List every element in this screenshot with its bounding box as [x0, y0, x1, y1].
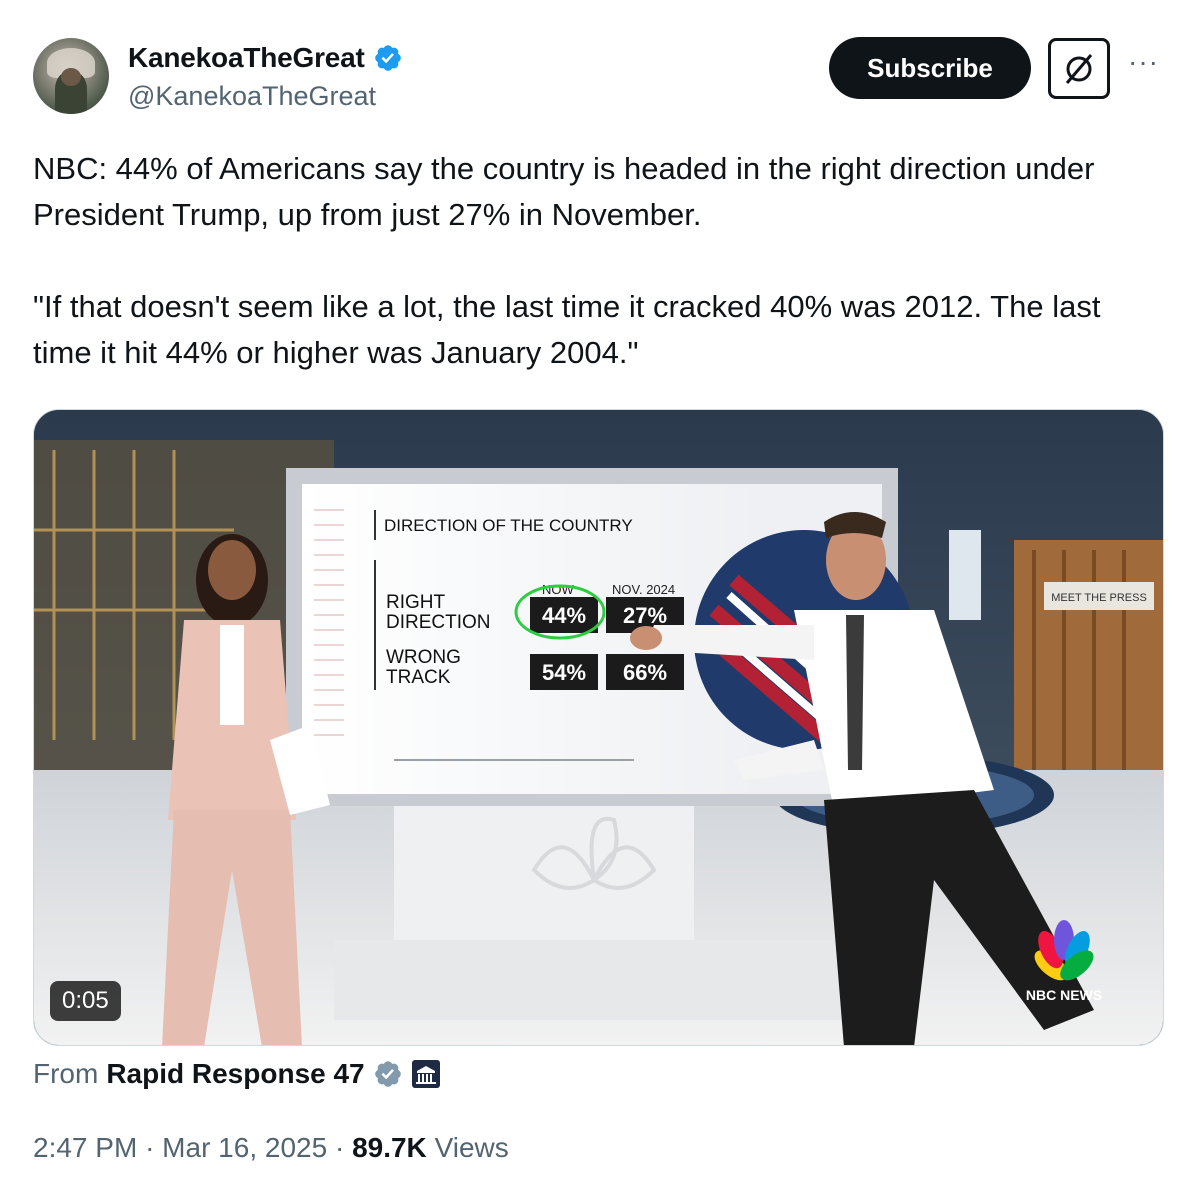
- grok-icon: [1065, 53, 1093, 84]
- more-options-icon[interactable]: ···: [1128, 48, 1159, 76]
- views-label: Views: [434, 1132, 509, 1163]
- meta-separator-2: ·: [334, 1132, 345, 1163]
- video-player[interactable]: MEET THE PRESS DIRECTION OF THE COUNTRY …: [33, 409, 1164, 1046]
- board-wrong-prev: 66%: [623, 660, 667, 685]
- source-name[interactable]: Rapid Response 47: [106, 1058, 364, 1090]
- studio-sign-text: MEET THE PRESS: [1051, 592, 1147, 604]
- board-right-prev: 27%: [623, 603, 667, 628]
- video-duration: 0:05: [50, 981, 121, 1021]
- user-display-name[interactable]: KanekoaTheGreat: [128, 42, 365, 74]
- board-right-now: 44%: [542, 603, 586, 628]
- tweet-time[interactable]: 2:47 PM: [33, 1132, 137, 1163]
- tweet-paragraph-1: NBC: 44% of Americans say the country is…: [33, 151, 1095, 232]
- nbc-news-logo-text: NBC NEWS: [1026, 987, 1102, 1003]
- avatar[interactable]: [33, 38, 109, 114]
- white-house-affiliation-icon[interactable]: [411, 1059, 441, 1089]
- meta-separator-1: ·: [145, 1132, 155, 1163]
- source-verified-badge-icon: [374, 1061, 401, 1087]
- board-col-prev: NOV. 2024: [612, 582, 675, 597]
- user-display-name-row[interactable]: KanekoaTheGreat: [128, 42, 403, 74]
- video-frame: MEET THE PRESS DIRECTION OF THE COUNTRY …: [34, 410, 1163, 1045]
- board-col-now: NOW: [542, 582, 575, 597]
- grok-button[interactable]: [1048, 38, 1110, 99]
- board-row2-label-b: TRACK: [386, 667, 451, 688]
- tweet-paragraph-2: "If that doesn't seem like a lot, the la…: [33, 289, 1101, 370]
- board-title: DIRECTION OF THE COUNTRY: [384, 516, 633, 535]
- tweet-text: NBC: 44% of Americans say the country is…: [33, 146, 1163, 376]
- board-row2-label-a: WRONG: [386, 647, 461, 668]
- tweet-meta: 2:47 PM · Mar 16, 2025 · 89.7K Views: [33, 1132, 509, 1164]
- tweet-date[interactable]: Mar 16, 2025: [162, 1132, 327, 1163]
- source-prefix: From: [33, 1058, 99, 1089]
- board-row1-label-a: RIGHT: [386, 592, 446, 613]
- views-count[interactable]: 89.7K: [352, 1132, 427, 1163]
- user-handle[interactable]: @KanekoaTheGreat: [128, 81, 376, 112]
- board-row1-label-b: DIRECTION: [386, 612, 491, 633]
- verified-badge-icon: [374, 45, 401, 71]
- source-attribution: From Rapid Response 47: [33, 1058, 441, 1090]
- subscribe-button[interactable]: Subscribe: [829, 37, 1031, 99]
- board-wrong-now: 54%: [542, 660, 586, 685]
